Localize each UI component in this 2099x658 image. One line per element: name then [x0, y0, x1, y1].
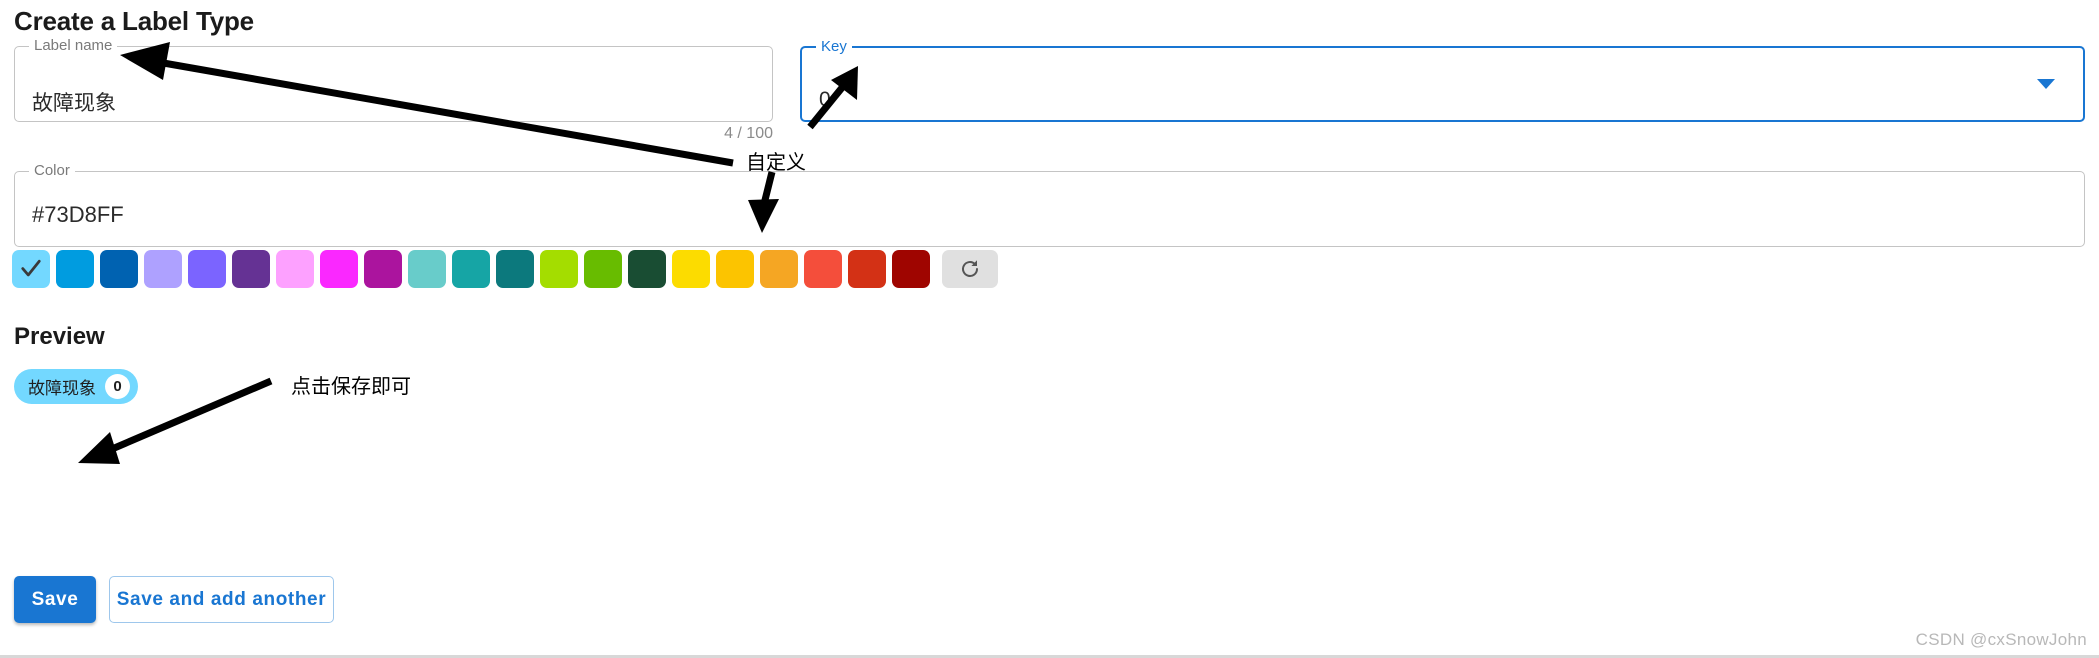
character-counter: 4 / 100: [724, 125, 773, 142]
color-swatch[interactable]: [892, 250, 930, 288]
color-swatch[interactable]: [540, 250, 578, 288]
check-icon: [20, 258, 42, 280]
label-name-value: 故障现象: [32, 92, 116, 115]
preview-chip-label: 故障现象: [28, 379, 96, 398]
refresh-icon: [962, 260, 978, 277]
color-swatch[interactable]: [760, 250, 798, 288]
color-value: #73D8FF: [32, 202, 124, 227]
annotation-save-hint: 点击保存即可: [291, 376, 411, 398]
color-swatch[interactable]: [848, 250, 886, 288]
watermark: CSDN @cxSnowJohn: [1915, 630, 2087, 649]
color-swatch[interactable]: [144, 250, 182, 288]
color-swatch[interactable]: [364, 250, 402, 288]
color-swatch[interactable]: [716, 250, 754, 288]
color-swatch-row: [12, 250, 998, 288]
color-swatch[interactable]: [276, 250, 314, 288]
color-swatch[interactable]: [804, 250, 842, 288]
color-legend: Color: [29, 162, 75, 180]
color-swatch[interactable]: [584, 250, 622, 288]
chevron-down-icon[interactable]: [2037, 79, 2055, 89]
create-label-type-page: Create a Label Type Label name 故障现象 4 / …: [0, 0, 2099, 658]
color-field[interactable]: Color #73D8FF: [14, 162, 2085, 247]
color-swatch[interactable]: [56, 250, 94, 288]
color-swatch[interactable]: [12, 250, 50, 288]
key-select[interactable]: Key 0: [800, 38, 2085, 122]
save-button[interactable]: Save: [14, 576, 96, 623]
key-legend: Key: [816, 38, 852, 56]
preview-chip-badge: 0: [105, 374, 130, 399]
label-name-field[interactable]: Label name 故障现象: [14, 37, 773, 122]
color-swatch[interactable]: [496, 250, 534, 288]
color-swatch[interactable]: [100, 250, 138, 288]
refresh-color-button[interactable]: [942, 250, 998, 288]
color-swatch[interactable]: [408, 250, 446, 288]
color-swatch[interactable]: [452, 250, 490, 288]
preview-title: Preview: [14, 323, 105, 350]
color-swatch[interactable]: [628, 250, 666, 288]
color-swatch[interactable]: [232, 250, 270, 288]
label-name-legend: Label name: [29, 37, 118, 55]
color-swatch[interactable]: [188, 250, 226, 288]
color-swatch[interactable]: [320, 250, 358, 288]
key-value: 0: [819, 88, 831, 111]
save-and-add-another-button[interactable]: Save and add another: [109, 576, 334, 623]
color-swatch[interactable]: [672, 250, 710, 288]
preview-chip: 故障现象 0: [14, 369, 138, 404]
page-title: Create a Label Type: [14, 6, 254, 36]
